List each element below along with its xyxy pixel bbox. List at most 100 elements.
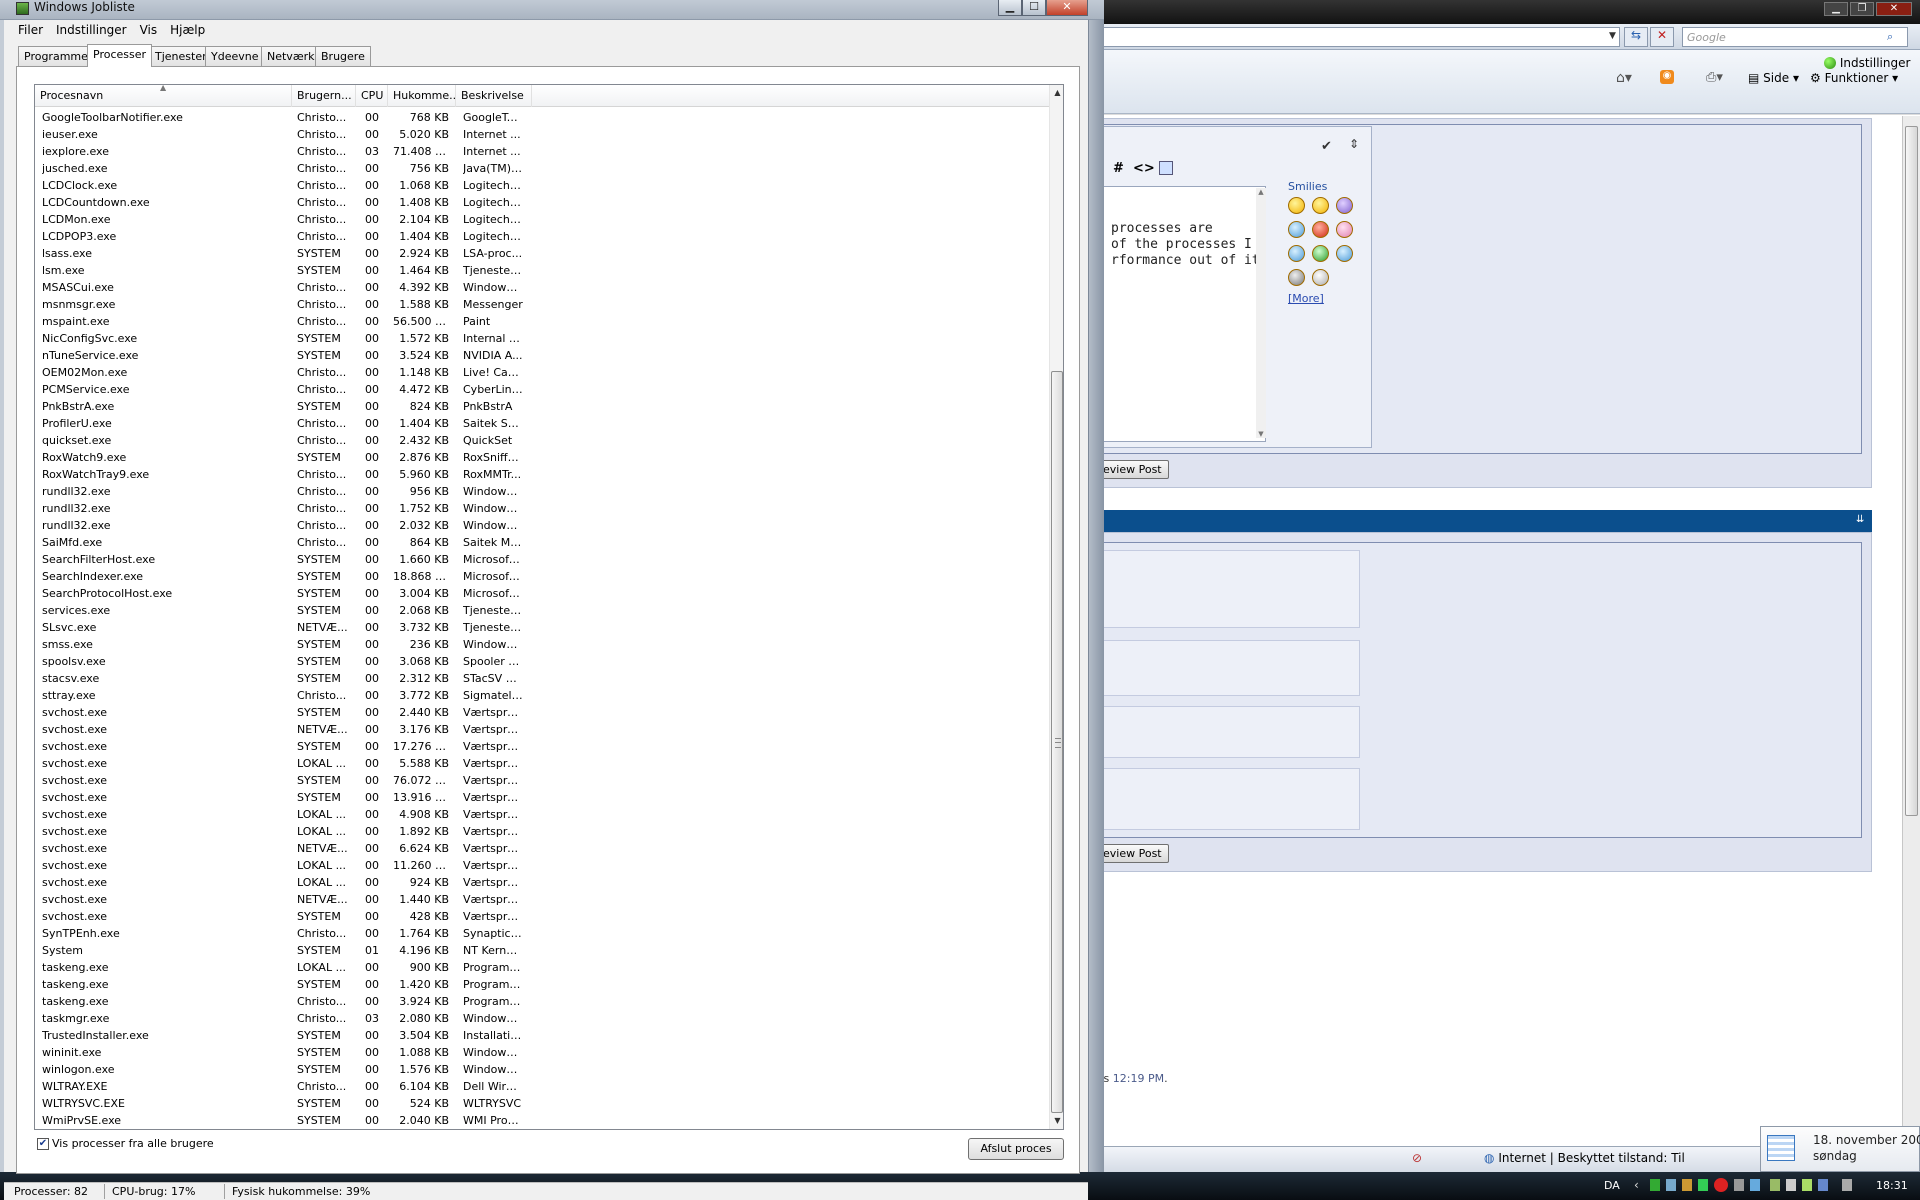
smiley-icon[interactable] xyxy=(1312,197,1329,214)
tab-processes[interactable]: Processer xyxy=(87,44,153,67)
tray-app-icon[interactable] xyxy=(1750,1179,1760,1191)
table-row[interactable]: spoolsv.exe SYSTEM 00 3.068 KB Spooler S... xyxy=(35,654,1049,671)
smiley-icon[interactable] xyxy=(1312,245,1329,262)
tray-app-icon[interactable] xyxy=(1842,1179,1852,1191)
table-row[interactable]: GoogleToolbarNotifier.exe Christo... 00 768… xyxy=(35,110,1049,127)
table-row[interactable]: svchost.exe NETVÆ... 00 3.176 KB Værtspro... xyxy=(35,722,1049,739)
list-scrollbar[interactable]: ▲ ▼ xyxy=(1049,85,1063,1129)
search-input[interactable]: Google ⌕ xyxy=(1682,27,1908,47)
title-bar[interactable]: Windows Jobliste ▁ ☐ ✕ xyxy=(0,0,1104,20)
table-row[interactable]: ProfilerU.exe Christo... 00 1.404 KB Saitek … xyxy=(35,416,1049,433)
table-row[interactable]: ieuser.exe Christo... 00 5.020 KB Internet .… xyxy=(35,127,1049,144)
browser-restore-button[interactable]: ❐ xyxy=(1850,2,1874,16)
table-row[interactable]: mspaint.exe Christo... 00 56.500 KB Paint xyxy=(35,314,1049,331)
table-row[interactable]: WLTRAY.EXE Christo... 00 6.104 KB Dell Wirel… xyxy=(35,1079,1049,1096)
browser-minimize-button[interactable]: ▁ xyxy=(1824,2,1848,16)
table-row[interactable]: NicConfigSvc.exe SYSTEM 00 1.572 KB Internal… xyxy=(35,331,1049,348)
column-header-cpu[interactable]: CPU xyxy=(356,85,388,107)
preview-post-button[interactable]: eview Post xyxy=(1096,844,1169,863)
security-zone[interactable]: ◍ Internet | Beskyttet tilstand: Til xyxy=(1484,1151,1685,1165)
code-icon[interactable]: <> xyxy=(1133,161,1155,176)
table-row[interactable]: taskeng.exe Christo... 00 3.924 KB Programm.… xyxy=(35,994,1049,1011)
tray-app-icon[interactable] xyxy=(1650,1179,1660,1191)
column-header-user[interactable]: Brugern... xyxy=(292,85,356,107)
column-header-description[interactable]: Beskrivelse xyxy=(456,85,532,107)
message-editor[interactable]: processes are of the processes I rforman… xyxy=(1096,186,1268,442)
table-row[interactable]: quickset.exe Christo... 00 2.432 KB QuickSet xyxy=(35,433,1049,450)
page-menu-button[interactable]: ▤ Side ▾ xyxy=(1748,71,1799,85)
smiley-icon[interactable] xyxy=(1336,197,1353,214)
tray-app-icon[interactable] xyxy=(1666,1179,1676,1191)
print-icon[interactable]: ⎙▾ xyxy=(1706,70,1723,85)
table-row[interactable]: rundll32.exe Christo... 00 956 KB Windows ..… xyxy=(35,484,1049,501)
table-row[interactable]: taskeng.exe LOKAL ... 00 900 KB Programm... xyxy=(35,960,1049,977)
table-row[interactable]: svchost.exe SYSTEM 00 17.276 KB Værtspro... xyxy=(35,739,1049,756)
table-row[interactable]: msnmsgr.exe Christo... 00 1.588 KB Messenger xyxy=(35,297,1049,314)
browser-close-button[interactable]: ✕ xyxy=(1876,2,1912,16)
more-smilies-link[interactable]: [More] xyxy=(1288,292,1370,305)
maximize-button[interactable]: ☐ xyxy=(1022,0,1046,16)
table-row[interactable]: svchost.exe LOKAL ... 00 1.892 KB Værtspro..… xyxy=(35,824,1049,841)
tray-expand-icon[interactable]: ‹ xyxy=(1634,1178,1639,1192)
smiley-icon[interactable] xyxy=(1312,221,1329,238)
table-row[interactable]: svchost.exe SYSTEM 00 428 KB Værtspro... xyxy=(35,909,1049,926)
table-row[interactable]: svchost.exe LOKAL ... 00 4.908 KB Værtspro..… xyxy=(35,807,1049,824)
popup-blocker-icon[interactable]: ⊘ xyxy=(1412,1151,1422,1165)
table-row[interactable]: System SYSTEM 01 4.196 KB NT Kernel... xyxy=(35,943,1049,960)
rss-icon[interactable]: ◉ xyxy=(1660,70,1674,84)
preview-post-button[interactable]: eview Post xyxy=(1096,460,1169,479)
scroll-thumb[interactable] xyxy=(1051,371,1063,1113)
security-warning-icon[interactable] xyxy=(1714,1178,1728,1192)
image-icon[interactable] xyxy=(1159,161,1173,175)
tray-app-icon[interactable] xyxy=(1734,1179,1744,1191)
table-row[interactable]: services.exe SYSTEM 00 2.068 KB Tjenester... xyxy=(35,603,1049,620)
hash-icon[interactable]: # xyxy=(1113,161,1124,176)
smiley-icon[interactable] xyxy=(1336,245,1353,262)
scroll-up-arrow-icon[interactable]: ▲ xyxy=(1050,85,1063,101)
menu-view[interactable]: Vis xyxy=(134,20,165,37)
table-row[interactable]: smss.exe SYSTEM 00 236 KB Windows ... xyxy=(35,637,1049,654)
table-row[interactable]: SearchFilterHost.exe SYSTEM 00 1.660 KB Micr… xyxy=(35,552,1049,569)
smiley-icon[interactable] xyxy=(1288,221,1305,238)
table-row[interactable]: lsass.exe SYSTEM 00 2.924 KB LSA-proc... xyxy=(35,246,1049,263)
show-all-users-checkbox[interactable]: ✔ xyxy=(37,1138,49,1150)
tray-app-icon[interactable] xyxy=(1682,1179,1692,1191)
home-icon[interactable]: ⌂▾ xyxy=(1616,70,1632,86)
table-row[interactable]: svchost.exe LOKAL ... 00 11.260 KB Værtspro.… xyxy=(35,858,1049,875)
table-row[interactable]: MSASCui.exe Christo... 00 4.392 KB Windows .… xyxy=(35,280,1049,297)
table-row[interactable]: SearchIndexer.exe SYSTEM 00 18.868 KB Micros… xyxy=(35,569,1049,586)
tray-app-icon[interactable] xyxy=(1818,1179,1828,1191)
tab-network[interactable]: Netværk xyxy=(261,46,321,66)
table-row[interactable]: iexplore.exe Christo... 03 71.408 KB Interne… xyxy=(35,144,1049,161)
table-row[interactable]: svchost.exe LOKAL ... 00 5.588 KB Værtspro..… xyxy=(35,756,1049,773)
show-all-users-label[interactable]: Vis processer fra alle brugere xyxy=(52,1137,214,1150)
menu-help[interactable]: Hjælp xyxy=(164,20,212,37)
tab-services[interactable]: Tjenester xyxy=(149,46,213,66)
table-row[interactable]: SynTPEnh.exe Christo... 00 1.764 KB Synaptic… xyxy=(35,926,1049,943)
table-row[interactable]: OEM02Mon.exe Christo... 00 1.148 KB Live! Ca… xyxy=(35,365,1049,382)
stop-icon[interactable]: ✕ xyxy=(1650,27,1674,47)
network-icon[interactable] xyxy=(1770,1179,1780,1191)
menu-settings[interactable]: Indstillinger xyxy=(50,20,134,37)
smiley-icon[interactable] xyxy=(1288,245,1305,262)
settings-button[interactable]: Indstillinger xyxy=(1824,56,1910,70)
tab-performance[interactable]: Ydeevne xyxy=(205,46,265,66)
column-header-memory[interactable]: Hukomme... xyxy=(388,85,456,107)
editor-scrollbar[interactable]: ▲ ▼ xyxy=(1256,188,1266,438)
spellcheck-icon[interactable]: ✔ xyxy=(1321,139,1332,154)
table-row[interactable]: svchost.exe SYSTEM 00 2.440 KB Værtspro... xyxy=(35,705,1049,722)
table-row[interactable]: taskeng.exe SYSTEM 00 1.420 KB Programm... xyxy=(35,977,1049,994)
tools-menu-button[interactable]: ⚙ Funktioner ▾ xyxy=(1810,71,1898,85)
minimize-button[interactable]: ▁ xyxy=(998,0,1022,16)
process-list[interactable]: Procesnavn ▲ Brugern... CPU Hukomme... Be… xyxy=(34,84,1064,1130)
resize-icon[interactable]: ⇕ xyxy=(1349,137,1359,151)
table-row[interactable]: winlogon.exe SYSTEM 00 1.576 KB Windows-... xyxy=(35,1062,1049,1079)
table-row[interactable]: svchost.exe SYSTEM 00 76.072 KB Værtspro... xyxy=(35,773,1049,790)
collapse-icon[interactable]: ⇊ xyxy=(1856,514,1864,525)
table-row[interactable]: PCMService.exe Christo... 00 4.472 KB CyberL… xyxy=(35,382,1049,399)
browser-scrollbar[interactable] xyxy=(1902,116,1920,1146)
table-row[interactable]: svchost.exe NETVÆ... 00 1.440 KB Værtspro... xyxy=(35,892,1049,909)
language-indicator[interactable]: DA xyxy=(1604,1179,1620,1192)
table-row[interactable]: taskmgr.exe Christo... 03 2.080 KB Windows .… xyxy=(35,1011,1049,1028)
table-row[interactable]: RoxWatch9.exe SYSTEM 00 2.876 KB RoxSniffe..… xyxy=(35,450,1049,467)
